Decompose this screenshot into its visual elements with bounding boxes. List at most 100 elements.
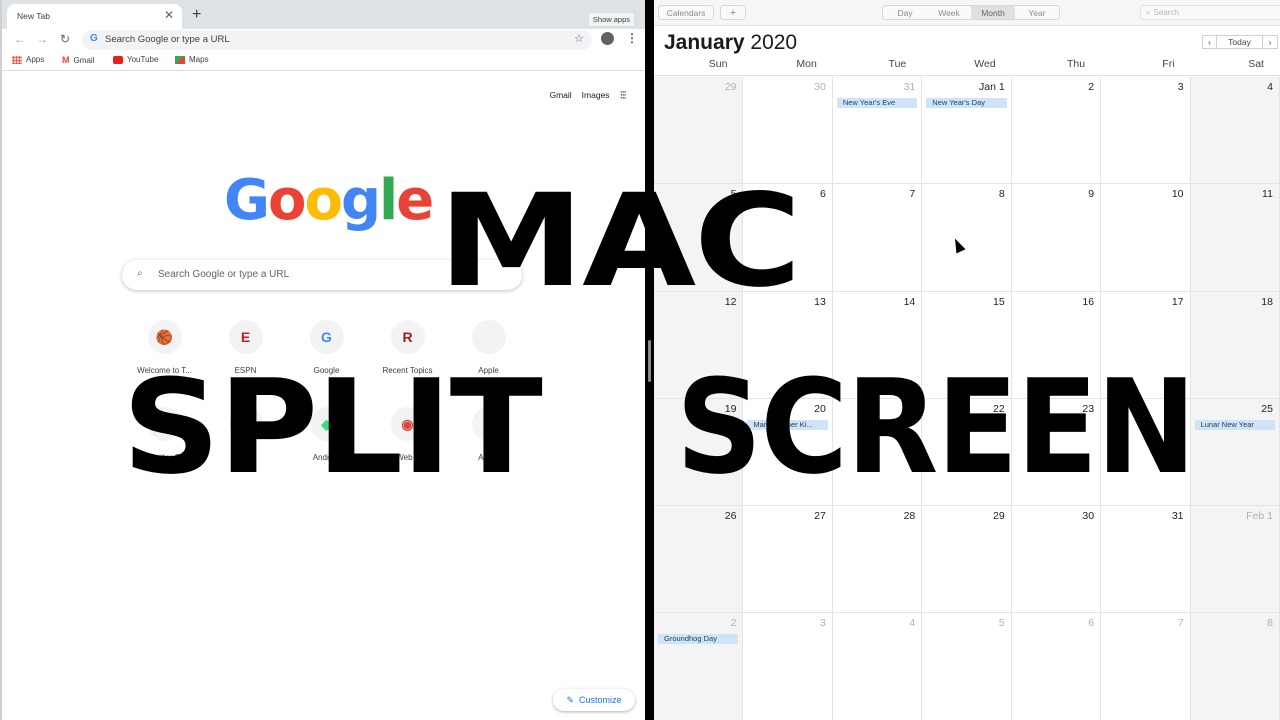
close-tab-icon[interactable]: ✕ [164, 8, 174, 22]
day-number: 27 [814, 510, 826, 523]
address-bar[interactable]: G Search Google or type a URL ☆ [82, 30, 592, 50]
forward-icon[interactable]: → [36, 32, 48, 46]
day-cell[interactable]: 29 [922, 506, 1012, 613]
view-year[interactable]: Year [1015, 6, 1059, 19]
day-cell[interactable]: 22 [922, 398, 1012, 506]
day-cell[interactable]: 29 [654, 77, 744, 184]
day-cell[interactable]: 30 [743, 77, 833, 184]
day-cell[interactable]: Jan 1 New Year's Day [922, 77, 1012, 184]
previous-month-button[interactable]: ‹ [1202, 35, 1217, 49]
calendars-button[interactable]: Calendars [658, 5, 714, 20]
shortcut-tile[interactable]: + Add s [448, 407, 529, 462]
shortcut-tile[interactable]: 🏀 Welcome to T... [124, 320, 205, 375]
day-cell[interactable]: 13 [743, 291, 833, 398]
day-cell[interactable]: 31 New Year's Eve [833, 77, 923, 184]
shortcut-tile[interactable]: ◆ Android [286, 407, 367, 462]
calendar-search-field[interactable]: ⌕ Search [1140, 5, 1280, 20]
day-cell[interactable]: 8 [1190, 613, 1280, 720]
day-number: 30 [814, 81, 826, 93]
day-cell[interactable]: 6 [1012, 613, 1102, 720]
split-view-divider[interactable] [645, 0, 654, 720]
day-cell[interactable]: 4 [1190, 77, 1280, 184]
day-cell[interactable]: 2 Groundhog Day [654, 613, 744, 720]
day-cell[interactable]: 5 [654, 184, 744, 291]
weekday-label: Wed [974, 58, 996, 70]
ntp-search-box[interactable]: ⌕ Search Google or type a URL [122, 260, 522, 290]
shortcut-tile[interactable]: ▶ be [205, 407, 286, 462]
images-link[interactable]: Images [582, 90, 610, 100]
day-number: 31 [903, 81, 916, 93]
day-cell[interactable]: 15 [922, 291, 1012, 398]
add-event-button[interactable]: + [720, 5, 746, 20]
tab-new-tab[interactable]: New Tab ✕ [7, 4, 182, 29]
google-apps-icon[interactable]: ⁝⁝⁝ [620, 88, 628, 102]
divider-drag-handle[interactable] [648, 340, 651, 382]
day-cell[interactable]: 2 [1012, 77, 1102, 184]
bookmark-label: YouTube [127, 55, 159, 64]
calendar-event[interactable]: New Year's Eve [836, 98, 918, 108]
calendar-event[interactable]: Groundhog Day [658, 634, 739, 645]
day-cell[interactable]: 6 [743, 184, 833, 291]
reload-icon[interactable]: ↻ [60, 32, 70, 46]
profile-avatar-icon[interactable] [601, 32, 614, 45]
day-cell[interactable]: 28 [833, 506, 923, 613]
day-cell[interactable]: 12 [654, 291, 744, 398]
day-cell[interactable]: 14 [833, 291, 923, 398]
browser-toolbar: ← → ↻ G Search Google or type a URL ☆ ⋮ [2, 29, 645, 51]
view-month[interactable]: Month [971, 6, 1015, 19]
day-cell[interactable]: 16 [1012, 291, 1102, 398]
day-cell[interactable]: 4 [833, 613, 923, 720]
day-number: 5 [730, 188, 737, 201]
day-cell[interactable]: 3 [743, 613, 833, 720]
day-cell[interactable]: 5 [922, 613, 1012, 720]
view-day[interactable]: Day [883, 6, 927, 19]
next-month-button[interactable]: › [1263, 35, 1278, 49]
shortcut-tile[interactable]: R Recent Topics [367, 320, 448, 375]
day-cell[interactable]: 23 [1012, 398, 1102, 506]
bookmark-label: Gmail [73, 55, 95, 65]
shortcut-tile[interactable]: 🐦 Twitter S [124, 407, 205, 462]
day-cell[interactable]: 20 Martin Luther Ki... [743, 398, 833, 506]
bookmark-maps[interactable]: Maps [175, 55, 209, 64]
bookmark-star-icon[interactable]: ☆ [574, 32, 584, 45]
shortcut-label: Welcome to T... [137, 366, 192, 375]
bookmark-gmail[interactable]: M Gmail [62, 55, 94, 65]
day-cell[interactable]: 17 [1101, 291, 1191, 398]
today-button[interactable]: Today [1217, 35, 1263, 49]
customize-button[interactable]: ✎ Customize [553, 689, 635, 711]
bookmark-apps[interactable]: Apps [12, 55, 44, 64]
day-cell[interactable]: 9 [1012, 184, 1102, 291]
calendar-event[interactable]: Martin Luther Ki... [747, 419, 828, 430]
chrome-menu-icon[interactable]: ⋮ [626, 31, 638, 45]
day-cell[interactable]: 7 [833, 184, 923, 291]
calendar-event[interactable]: Lunar New Year [1194, 419, 1275, 430]
shortcut-tile[interactable]: E ESPN [205, 320, 286, 375]
shortcut-tile[interactable]: ◉ Web s [367, 407, 448, 462]
day-cell[interactable]: 25 Lunar New Year [1190, 398, 1280, 506]
day-cell[interactable]: 10 [1101, 184, 1191, 291]
search-placeholder: Search [1153, 8, 1179, 17]
calendar-event[interactable]: New Year's Day [926, 98, 1007, 108]
back-icon[interactable]: ← [14, 32, 26, 46]
day-number: 6 [820, 188, 826, 201]
shortcut-tile[interactable]: G Google [286, 320, 367, 375]
day-cell[interactable]: 19 [654, 398, 744, 506]
shortcut-tile[interactable]: Apple [448, 320, 529, 375]
day-cell[interactable]: 18 [1190, 291, 1280, 398]
day-cell[interactable]: Feb 1 [1190, 506, 1280, 613]
day-cell[interactable]: 27 [743, 506, 833, 613]
shortcut-favicon-icon: E [228, 320, 263, 354]
day-cell[interactable]: 31 [1101, 506, 1191, 613]
day-cell[interactable]: 26 [654, 506, 744, 613]
gmail-link[interactable]: Gmail [549, 90, 571, 100]
day-cell[interactable]: 8 [922, 184, 1012, 291]
bookmark-youtube[interactable]: YouTube [113, 55, 158, 64]
day-cell[interactable]: 21 [833, 398, 923, 506]
view-week[interactable]: Week [927, 6, 971, 19]
new-tab-button[interactable]: + [192, 6, 201, 24]
day-cell[interactable]: 3 [1101, 77, 1191, 184]
day-cell[interactable]: 24 [1101, 398, 1191, 506]
day-cell[interactable]: 11 [1190, 184, 1280, 291]
day-cell[interactable]: 7 [1101, 613, 1191, 720]
day-cell[interactable]: 30 [1012, 506, 1102, 613]
